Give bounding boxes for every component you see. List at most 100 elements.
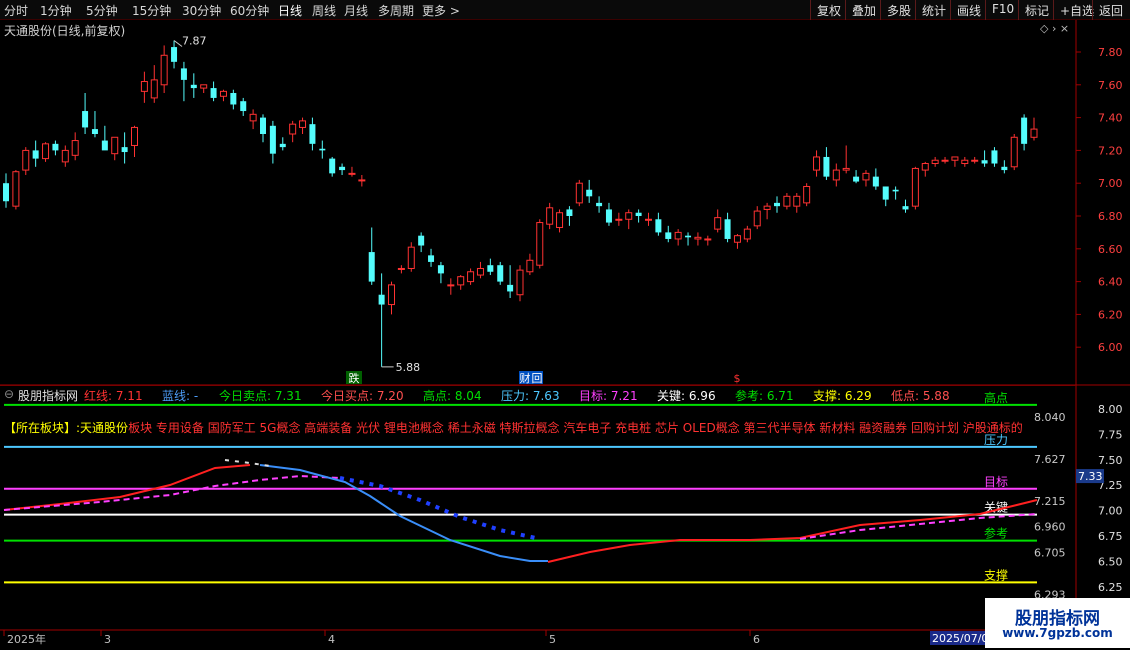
close-icon[interactable]: × bbox=[1060, 22, 1069, 35]
date-label: 6 bbox=[753, 633, 760, 646]
level-label: 参考 bbox=[984, 526, 1008, 541]
candle bbox=[596, 196, 603, 213]
event-report-label: 财 bbox=[520, 371, 531, 385]
candle-body bbox=[753, 210, 761, 227]
candle bbox=[3, 173, 9, 208]
sector-list: 板块 专用设备 国防军工 5G概念 高端装备 光伏 锂电池概念 稀土永磁 特斯拉… bbox=[128, 421, 1023, 435]
kline-chart[interactable]: 7.80 7.60 7.40 7.20 7.00 6.80 6.60 6.40 6.20 6.00… bbox=[0, 0, 1130, 650]
candle-body bbox=[615, 218, 623, 221]
candle-body bbox=[160, 54, 168, 86]
candle bbox=[645, 212, 652, 226]
candle-body bbox=[566, 209, 573, 216]
candle bbox=[407, 242, 415, 272]
candle bbox=[733, 234, 741, 249]
candle-body bbox=[635, 212, 642, 216]
collapse-icon[interactable]: ⊖ bbox=[4, 387, 14, 401]
date-label: 4 bbox=[328, 633, 335, 646]
candle-body bbox=[378, 294, 385, 305]
candle-body bbox=[121, 147, 128, 153]
indicator-header-item: 低点: 5.88 bbox=[891, 389, 950, 403]
candle-body bbox=[991, 150, 998, 164]
candle bbox=[230, 89, 237, 110]
candle-body bbox=[813, 156, 821, 171]
candle bbox=[753, 206, 761, 230]
candle-body bbox=[961, 159, 969, 165]
candle bbox=[319, 140, 326, 159]
candle bbox=[249, 109, 257, 130]
candle-body bbox=[230, 93, 237, 105]
candle bbox=[951, 156, 959, 167]
current-value-label: 7.33 bbox=[1078, 470, 1103, 483]
indicator-y-tick-label: 7.50 bbox=[1098, 454, 1123, 467]
candle-body bbox=[219, 90, 227, 97]
date-label: 3 bbox=[104, 633, 111, 646]
candle-body bbox=[685, 235, 692, 238]
candle-body bbox=[437, 265, 444, 274]
indicator-header-item: 红线: 7.11 bbox=[84, 389, 143, 403]
candle bbox=[171, 40, 178, 69]
indicator-header-item: 支撑: 6.29 bbox=[813, 389, 872, 403]
candle-body bbox=[724, 219, 731, 239]
candle bbox=[121, 132, 128, 164]
candle bbox=[872, 168, 879, 190]
candle bbox=[981, 150, 988, 167]
candle bbox=[546, 202, 554, 230]
blue-line bbox=[259, 464, 548, 562]
candle bbox=[428, 248, 435, 267]
candle-body bbox=[150, 79, 158, 99]
candle-body bbox=[447, 284, 455, 287]
candle-body bbox=[52, 143, 59, 151]
candle bbox=[625, 209, 633, 230]
date-label: 5 bbox=[549, 633, 556, 646]
candle-body bbox=[260, 117, 266, 134]
next-icon[interactable]: › bbox=[1052, 22, 1056, 35]
candle bbox=[655, 212, 662, 236]
candle-body bbox=[526, 259, 534, 273]
y-tick-label: 6.60 bbox=[1098, 243, 1123, 256]
y-tick-label: 7.60 bbox=[1098, 79, 1123, 92]
indicator-y-tick-label: 7.00 bbox=[1098, 505, 1123, 518]
candle-body bbox=[111, 136, 119, 155]
candle bbox=[140, 71, 148, 103]
level-value: 8.040 bbox=[1034, 411, 1066, 424]
candle bbox=[853, 170, 860, 184]
indicator-y-tick-label: 7.75 bbox=[1098, 428, 1123, 441]
candle bbox=[131, 125, 138, 157]
candle bbox=[32, 140, 39, 167]
candle bbox=[704, 235, 712, 246]
candle bbox=[813, 150, 821, 177]
candle-body bbox=[388, 284, 395, 306]
candle-body bbox=[1021, 117, 1028, 144]
level-label: 支撑 bbox=[984, 567, 1008, 582]
candle bbox=[467, 268, 475, 285]
candle bbox=[457, 275, 465, 290]
candle bbox=[91, 111, 98, 138]
candle-body bbox=[368, 252, 375, 282]
candle-body bbox=[487, 265, 494, 272]
candle-body bbox=[32, 150, 39, 159]
candle-body bbox=[348, 172, 356, 175]
candle-body bbox=[279, 143, 286, 148]
candle-body bbox=[3, 183, 9, 202]
indicator-header-item: 关键: 6.96 bbox=[657, 389, 716, 403]
candle-body bbox=[556, 212, 564, 228]
chart-title: 天通股份(日线,前复权) bbox=[4, 24, 126, 38]
candle bbox=[12, 170, 20, 210]
candle bbox=[348, 166, 356, 177]
indicator-header-item: 压力: 7.63 bbox=[501, 389, 560, 403]
candle-body bbox=[269, 125, 276, 154]
indicator-name[interactable]: 股朋指标网 bbox=[18, 387, 78, 404]
level-label: 目标 bbox=[984, 475, 1008, 489]
sector-line: 【所在板块】:天通股份板块 专用设备 国防军工 5G概念 高端装备 光伏 锂电池… bbox=[4, 419, 1023, 436]
candle bbox=[260, 114, 266, 143]
candle-body bbox=[823, 156, 830, 177]
candle-body bbox=[586, 189, 593, 197]
indicator-y-tick-label: 6.25 bbox=[1098, 581, 1123, 594]
y-tick-label: 7.80 bbox=[1098, 46, 1123, 59]
diamond-icon[interactable]: ◇ bbox=[1040, 22, 1048, 35]
candle bbox=[714, 209, 722, 233]
candle-body bbox=[190, 84, 197, 89]
candle-body bbox=[645, 218, 652, 221]
candle-body bbox=[674, 231, 682, 240]
candle-body bbox=[309, 124, 316, 144]
